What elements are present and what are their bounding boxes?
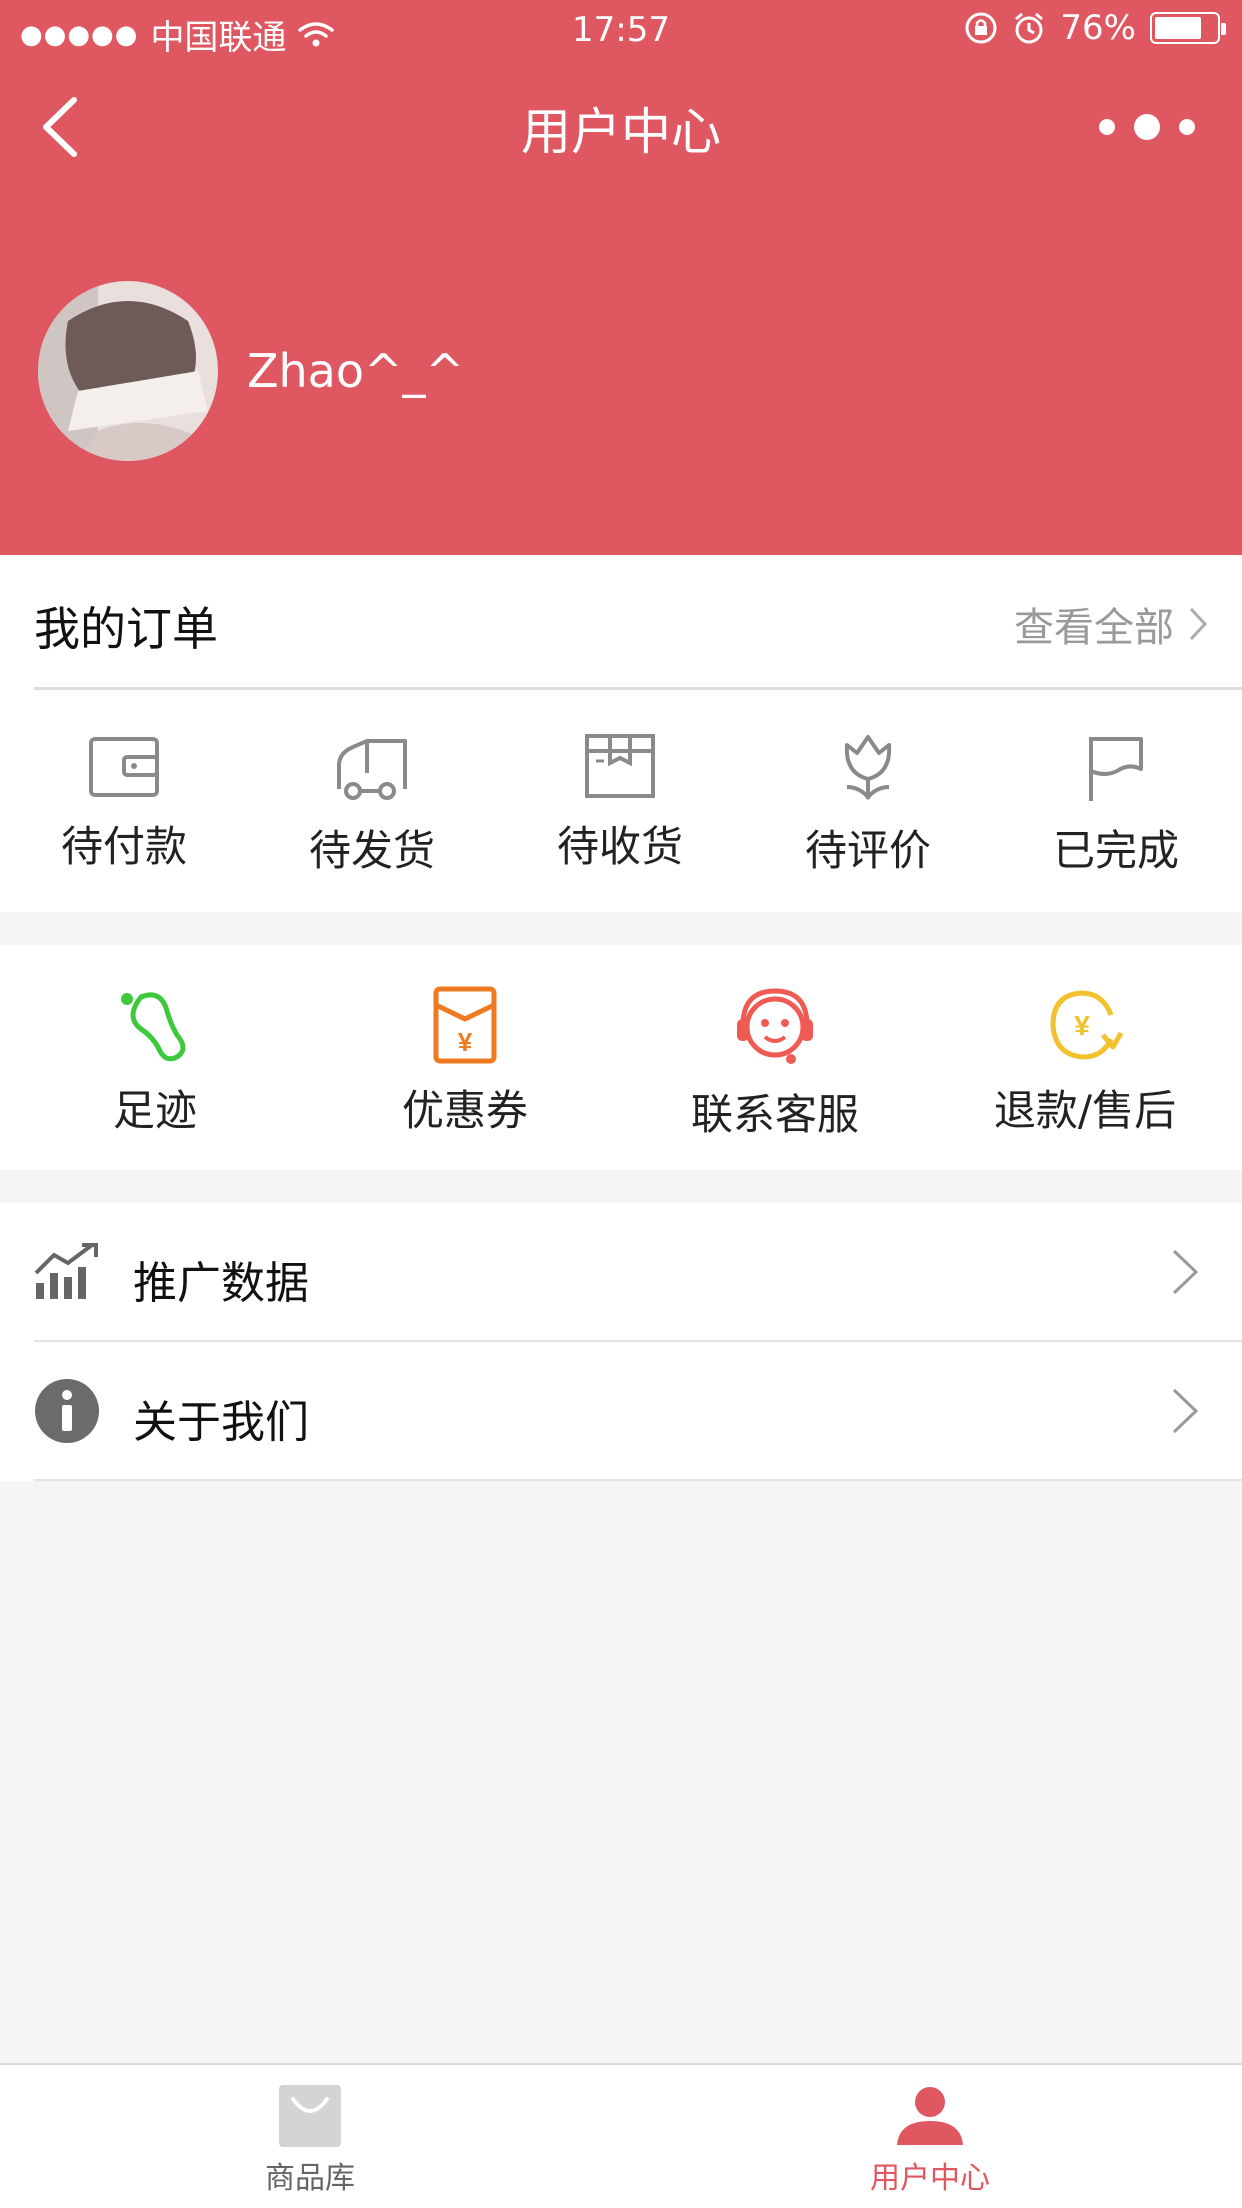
chevron-right-icon	[1172, 1249, 1199, 1295]
divider	[34, 687, 1242, 690]
svg-text:¥: ¥	[1074, 1010, 1090, 1041]
flag-icon	[1089, 737, 1143, 801]
orders-section: 我的订单 查看全部 待付款 待发货 待收货 待评价 已完成	[0, 555, 1242, 912]
divider	[34, 1479, 1242, 1481]
flower-icon	[844, 735, 892, 800]
shopping-bag-icon	[279, 2085, 341, 2147]
alarm-icon	[1015, 12, 1044, 44]
tab-label: 商品库	[265, 2161, 355, 2196]
tab-label: 用户中心	[870, 2161, 990, 2196]
menu-item-about-us[interactable]: 关于我们	[0, 1342, 1242, 1481]
order-status-label: 已完成	[1052, 826, 1179, 875]
wallet-icon	[89, 737, 159, 797]
order-status-label: 待付款	[60, 822, 187, 871]
tool-coupon[interactable]: ¥ 优惠券	[310, 985, 620, 1138]
tab-user-center[interactable]: 用户中心	[780, 2085, 1080, 2197]
status-bar: ●●●●● 中国联通 17:57 76%	[0, 0, 1242, 60]
orders-title: 我的订单	[34, 602, 218, 656]
battery-level-fill	[1155, 17, 1201, 39]
package-icon	[585, 734, 655, 798]
footprint-icon	[121, 992, 186, 1062]
tab-bar: 商品库 用户中心	[0, 2063, 1242, 2208]
order-status-pending-payment[interactable]: 待付款	[0, 733, 248, 874]
tab-product-library[interactable]: 商品库	[160, 2085, 460, 2197]
tool-footprint[interactable]: 足迹	[0, 985, 310, 1138]
profile-header: ●●●●● 中国联通 17:57 76% 用户中心 Zhao^_^	[0, 0, 1242, 555]
tool-refund[interactable]: ¥ 退款/售后	[930, 985, 1240, 1138]
info-icon	[35, 1379, 99, 1443]
menu-item-promotion-data[interactable]: 推广数据	[0, 1203, 1242, 1342]
order-status-label: 待发货	[308, 826, 435, 875]
menu-list: 推广数据 关于我们	[0, 1203, 1242, 1481]
user-icon	[897, 2087, 963, 2145]
order-status-completed[interactable]: 已完成	[992, 733, 1240, 878]
chevron-right-icon	[1172, 1388, 1199, 1434]
truck-icon	[337, 739, 407, 800]
tool-label: 退款/售后	[993, 1086, 1177, 1135]
order-status-pending-receipt[interactable]: 待收货	[496, 733, 744, 874]
tool-customer-service[interactable]: 联系客服	[620, 985, 930, 1142]
order-status-label: 待评价	[804, 826, 931, 875]
avatar[interactable]	[38, 281, 218, 461]
view-all-orders-link[interactable]: 查看全部	[1014, 595, 1208, 653]
order-status-pending-shipment[interactable]: 待发货	[248, 733, 496, 878]
tools-section: 足迹 ¥ 优惠券 联系客服 ¥ 退款/售后	[0, 945, 1242, 1170]
order-status-pending-review[interactable]: 待评价	[744, 733, 992, 878]
chart-icon	[34, 1243, 98, 1299]
chevron-right-icon	[1189, 607, 1208, 641]
refund-icon: ¥	[1050, 990, 1124, 1060]
menu-item-label: 推广数据	[133, 1258, 309, 1309]
coupon-icon: ¥	[433, 986, 497, 1064]
battery-percent: 76%	[1060, 8, 1136, 48]
more-dots-icon[interactable]	[1092, 112, 1202, 142]
page-title: 用户中心	[521, 103, 721, 161]
tool-label: 足迹	[112, 1086, 197, 1135]
view-all-label: 查看全部	[1014, 605, 1174, 651]
headset-icon	[737, 988, 813, 1064]
tool-label: 优惠券	[401, 1086, 528, 1135]
tool-label: 联系客服	[690, 1090, 859, 1139]
rotation-lock-icon	[965, 12, 997, 44]
battery-icon	[1150, 12, 1226, 44]
menu-item-label: 关于我们	[133, 1397, 309, 1448]
username: Zhao^_^	[247, 344, 465, 398]
svg-text:¥: ¥	[458, 1027, 473, 1057]
order-status-label: 待收货	[556, 822, 683, 871]
